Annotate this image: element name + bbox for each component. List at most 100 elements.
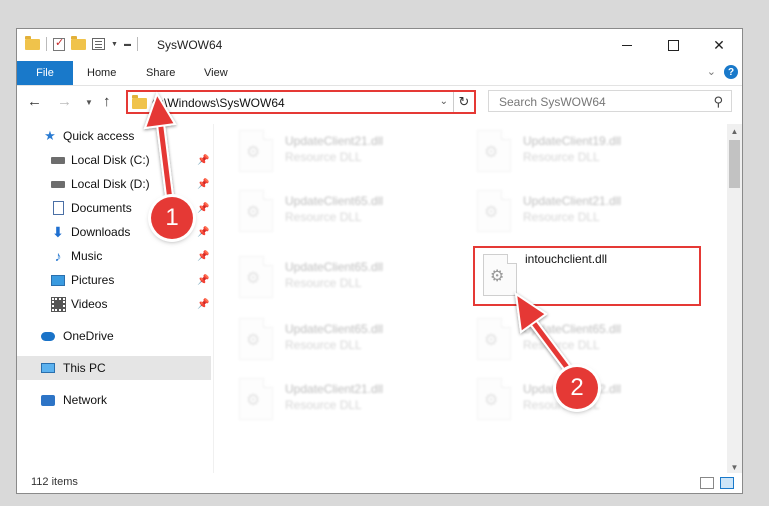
- gear-icon: ⚙: [246, 144, 261, 161]
- up-arrow-icon[interactable]: ↑: [103, 93, 111, 110]
- scroll-up-icon[interactable]: ▲: [727, 124, 742, 138]
- file-item[interactable]: ⚙ UpdateClient21.dll Resource DLL: [217, 126, 437, 178]
- file-item[interactable]: ⚙ UpdateClient65.dll Resource DLL: [217, 252, 437, 304]
- cloud-icon: [41, 329, 55, 343]
- gear-icon: ⚙: [484, 204, 499, 221]
- file-list: ⚙ UpdateClient21.dll Resource DLL ⚙ Upda…: [217, 124, 727, 474]
- maximize-button[interactable]: [650, 29, 696, 61]
- pin-icon[interactable]: 📌: [197, 275, 209, 286]
- customize-toolbar-icon[interactable]: [92, 38, 105, 50]
- dll-file-icon: ⚙: [477, 130, 511, 172]
- file-item-intouchclient[interactable]: ⚙ intouchclient.dll: [473, 246, 701, 306]
- dll-file-icon: ⚙: [239, 190, 273, 232]
- navigation-pane: ★ Quick access Local Disk (C:) 📌 Local D…: [17, 124, 211, 474]
- scrollbar-thumb[interactable]: [729, 140, 740, 188]
- gear-icon: ⚙: [484, 392, 499, 409]
- sidebar-item-label: Local Disk (D:): [71, 177, 150, 191]
- file-name: UpdateClient21.dll: [523, 194, 622, 208]
- dll-file-icon: ⚙: [477, 190, 511, 232]
- sidebar-item-network[interactable]: Network: [17, 388, 211, 412]
- computer-icon: [41, 361, 55, 375]
- pin-icon[interactable]: 📌: [197, 299, 209, 310]
- search-box[interactable]: Search SysWOW64 ⚲: [488, 90, 732, 112]
- quick-access-toolbar: ▼ ▬: [25, 35, 138, 51]
- pin-icon[interactable]: 📌: [197, 227, 209, 238]
- chevron-down-icon[interactable]: ▼: [111, 41, 118, 48]
- sidebar-item-label: OneDrive: [63, 329, 114, 343]
- folder-icon[interactable]: [25, 35, 40, 50]
- search-placeholder[interactable]: Search SysWOW64: [499, 95, 606, 109]
- dll-file-icon: ⚙: [239, 130, 273, 172]
- folder-icon: [132, 95, 147, 109]
- dll-file-icon: ⚙: [239, 378, 273, 420]
- gear-icon: ⚙: [246, 270, 261, 287]
- dll-file-icon: ⚙: [239, 256, 273, 298]
- chevron-down-icon[interactable]: ⌄: [440, 96, 448, 107]
- close-button[interactable]: ✕: [696, 29, 742, 61]
- minimize-icon: [622, 44, 632, 46]
- sidebar-item-videos[interactable]: Videos 📌: [17, 292, 211, 316]
- new-folder-icon[interactable]: [71, 35, 86, 50]
- expand-ribbon-icon[interactable]: ⌄: [707, 65, 716, 78]
- file-item[interactable]: ⚙ UpdateClient21.dll Resource DLL: [217, 374, 437, 426]
- sidebar-item-quick-access[interactable]: ★ Quick access: [17, 124, 211, 148]
- file-item[interactable]: ⚙ UpdateClient65.dll Resource DLL: [455, 314, 675, 366]
- file-type: Resource DLL: [523, 210, 600, 224]
- sidebar-item-label: Local Disk (C:): [71, 153, 150, 167]
- file-name: intouchclient.dll: [525, 252, 608, 266]
- file-name: UpdateClient65.dll: [523, 322, 622, 336]
- scroll-down-icon[interactable]: ▼: [727, 460, 742, 474]
- file-item[interactable]: ⚙ UpdateClient21.dll Resource DLL: [455, 186, 675, 238]
- sidebar-item-onedrive[interactable]: OneDrive: [17, 324, 211, 348]
- sidebar-item-pictures[interactable]: Pictures 📌: [17, 268, 211, 292]
- help-icon[interactable]: ?: [724, 65, 738, 79]
- tab-view[interactable]: View: [204, 67, 228, 79]
- pin-icon[interactable]: 📌: [197, 155, 209, 166]
- star-icon: ★: [44, 128, 56, 143]
- tab-share[interactable]: Share: [146, 67, 175, 79]
- window-title: SysWOW64: [157, 38, 223, 52]
- details-view-icon[interactable]: [700, 477, 714, 489]
- large-icons-view-icon[interactable]: [720, 477, 734, 489]
- back-arrow-icon[interactable]: ←: [27, 93, 42, 110]
- sidebar-item-local-disk-c[interactable]: Local Disk (C:) 📌: [17, 148, 211, 172]
- file-item[interactable]: ⚙ UpdateClient65.dll Resource DLL: [217, 314, 437, 366]
- address-path[interactable]: C:\Windows\SysWOW64: [152, 96, 285, 110]
- sidebar-item-label: Downloads: [71, 225, 131, 239]
- gear-icon: ⚙: [484, 144, 499, 161]
- toolbar-divider: [46, 37, 47, 51]
- toolbar-divider: [136, 37, 138, 51]
- sidebar-item-local-disk-d[interactable]: Local Disk (D:) 📌: [17, 172, 211, 196]
- properties-check-icon[interactable]: [53, 36, 65, 51]
- vertical-scrollbar[interactable]: ▲ ▼: [727, 124, 742, 474]
- sidebar-item-music[interactable]: ♪ Music 📌: [17, 244, 211, 268]
- file-type: Resource DLL: [523, 150, 600, 164]
- sidebar-item-label: Network: [63, 393, 108, 407]
- videos-icon: [50, 296, 66, 312]
- pin-icon[interactable]: 📌: [197, 203, 209, 214]
- sidebar-item-this-pc[interactable]: This PC: [17, 356, 211, 380]
- refresh-icon[interactable]: ↻: [453, 92, 474, 112]
- tab-file[interactable]: File: [17, 61, 73, 85]
- gear-icon: ⚙: [246, 332, 261, 349]
- sidebar-item-label: Videos: [71, 297, 108, 311]
- toolbar-dropdown-icon[interactable]: ▬: [124, 41, 131, 48]
- pin-icon[interactable]: 📌: [197, 251, 209, 262]
- file-type: Resource DLL: [285, 338, 362, 352]
- search-icon[interactable]: ⚲: [713, 94, 723, 110]
- tab-home[interactable]: Home: [87, 67, 116, 79]
- ribbon: File Home Share View ⌄ ?: [17, 61, 742, 86]
- minimize-button[interactable]: [604, 29, 650, 61]
- address-bar[interactable]: C:\Windows\SysWOW64 ⌄ ↻: [126, 90, 476, 114]
- file-type: Resource DLL: [285, 150, 362, 164]
- recent-locations-chevron-icon[interactable]: ▼: [85, 98, 93, 107]
- file-item[interactable]: ⚙ UpdateClient65.dll Resource DLL: [217, 186, 437, 238]
- sidebar-item-label: Quick access: [63, 129, 135, 143]
- navigation-bar: ← → ▼ ↑ C:\Windows\SysWOW64 ⌄ ↻ Search S…: [17, 86, 742, 120]
- forward-arrow-icon[interactable]: →: [57, 93, 72, 110]
- network-icon: [41, 393, 55, 407]
- file-item[interactable]: ⚙ UpdateClient19.dll Resource DLL: [455, 126, 675, 178]
- status-bar: 112 items: [17, 473, 742, 493]
- pin-icon[interactable]: 📌: [197, 179, 209, 190]
- pane-divider[interactable]: [213, 124, 214, 474]
